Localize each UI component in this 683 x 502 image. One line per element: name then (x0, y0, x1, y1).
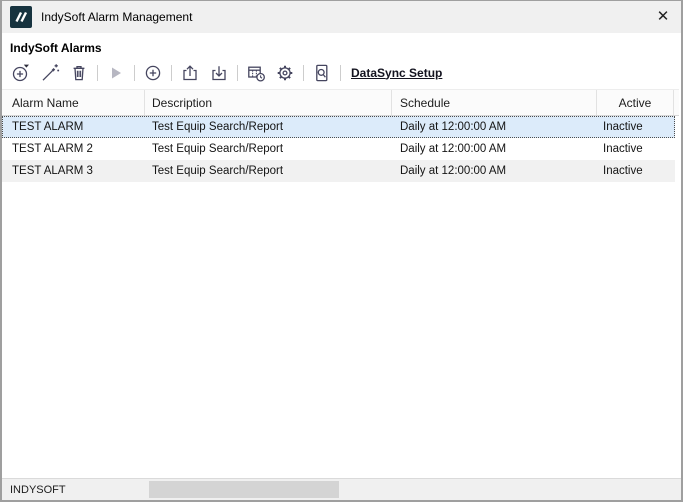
download-tray-icon (209, 63, 229, 83)
table-header-row: Alarm Name Description Schedule Active (2, 89, 679, 116)
datasync-setup-link[interactable]: DataSync Setup (351, 66, 442, 80)
cell-schedule: Daily at 12:00:00 AM (392, 143, 597, 155)
status-label: INDYSOFT (10, 484, 66, 496)
import-button[interactable] (208, 62, 230, 83)
status-bar: INDYSOFT (2, 478, 681, 500)
export-button[interactable] (179, 62, 201, 83)
indysoft-logo-icon (10, 6, 32, 28)
gear-icon (275, 63, 295, 83)
app-window: IndySoft Alarm Management ✕ IndySoft Ala… (0, 0, 683, 502)
cell-schedule: Daily at 12:00:00 AM (392, 121, 597, 133)
cell-description: Test Equip Search/Report (145, 121, 392, 133)
cell-alarm-name: TEST ALARM (2, 121, 145, 133)
toolbar-separator (97, 65, 98, 81)
close-button[interactable]: ✕ (645, 3, 681, 31)
table-row[interactable]: TEST ALARM 2 Test Equip Search/Report Da… (2, 138, 675, 160)
add-alarm-dropdown-button[interactable] (10, 62, 32, 83)
edit-alarm-button[interactable] (39, 62, 61, 83)
trash-icon (69, 63, 89, 83)
delete-alarm-button[interactable] (68, 62, 90, 83)
page-title: IndySoft Alarms (2, 33, 681, 59)
settings-button[interactable] (274, 62, 296, 83)
cell-description: Test Equip Search/Report (145, 143, 392, 155)
run-alarm-button[interactable] (105, 62, 127, 83)
cell-description: Test Equip Search/Report (145, 165, 392, 177)
table-row[interactable]: TEST ALARM Test Equip Search/Report Dail… (2, 116, 675, 138)
upload-tray-icon (180, 63, 200, 83)
play-icon (106, 63, 126, 83)
column-header-schedule[interactable]: Schedule (392, 90, 597, 115)
column-header-active[interactable]: Active (597, 90, 674, 115)
toolbar-separator (237, 65, 238, 81)
column-header-description[interactable]: Description (145, 90, 392, 115)
cell-active: Inactive (597, 165, 675, 177)
toolbar-separator (303, 65, 304, 81)
cell-active: Inactive (597, 143, 675, 155)
circle-plus-dropdown-icon (11, 63, 31, 83)
cell-schedule: Daily at 12:00:00 AM (392, 165, 597, 177)
toolbar-separator (171, 65, 172, 81)
add-circle-button[interactable] (142, 62, 164, 83)
toolbar-separator (340, 65, 341, 81)
toolbar: DataSync Setup (2, 59, 681, 89)
title-bar: IndySoft Alarm Management ✕ (2, 1, 681, 33)
alarms-table: Alarm Name Description Schedule Active T… (2, 89, 679, 182)
window-title: IndySoft Alarm Management (41, 10, 192, 24)
column-header-alarm-name[interactable]: Alarm Name (2, 90, 145, 115)
circle-plus-icon (143, 63, 163, 83)
schedule-button[interactable] (245, 62, 267, 83)
cell-active: Inactive (597, 121, 675, 133)
cell-alarm-name: TEST ALARM 2 (2, 143, 145, 155)
magic-wand-icon (40, 63, 60, 83)
document-magnifier-icon (312, 63, 332, 83)
status-progress-panel (149, 481, 339, 498)
toolbar-separator (134, 65, 135, 81)
preview-button[interactable] (311, 62, 333, 83)
table-row[interactable]: TEST ALARM 3 Test Equip Search/Report Da… (2, 160, 675, 182)
table-clock-icon (246, 63, 266, 83)
cell-alarm-name: TEST ALARM 3 (2, 165, 145, 177)
